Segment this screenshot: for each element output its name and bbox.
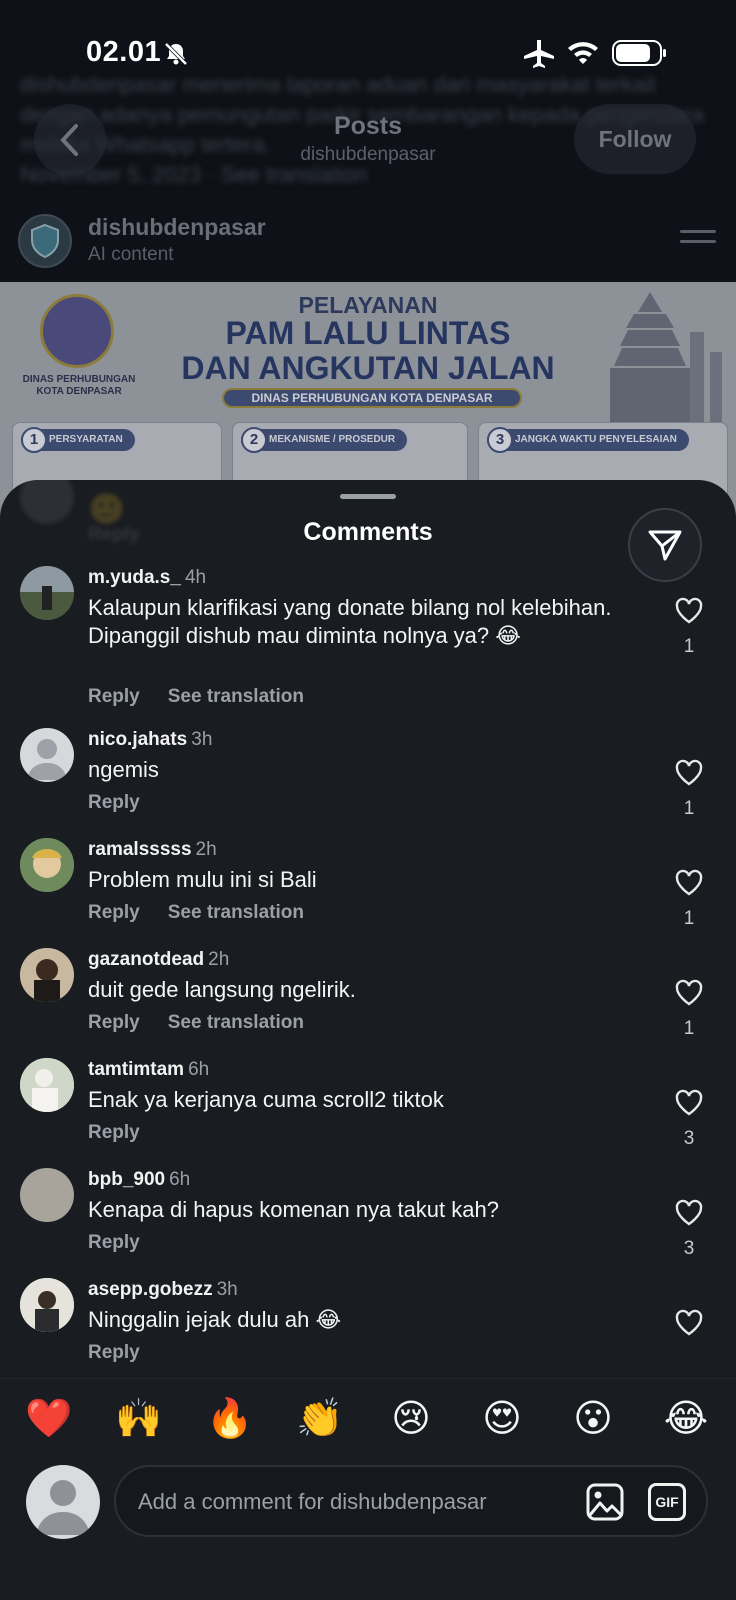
avatar[interactable] xyxy=(20,1168,74,1222)
comment-item: tamtimtam 6h Enak ya kerjanya cuma scroll… xyxy=(0,1058,736,1158)
my-avatar xyxy=(26,1465,100,1539)
status-time: 02.01 xyxy=(86,36,162,68)
comment-time: 4h xyxy=(184,567,207,588)
like-count: 1 xyxy=(683,908,695,929)
heart-icon[interactable] xyxy=(674,758,704,788)
gif-button[interactable]: GIF xyxy=(648,1483,686,1521)
comment-username[interactable]: nico.jahats xyxy=(88,729,187,750)
comment-username[interactable]: bpb_900 xyxy=(88,1169,165,1190)
comment-text: Enak ya kerjanya cuma scroll2 tiktok xyxy=(88,1087,444,1112)
avatar[interactable] xyxy=(20,948,74,1002)
banner-pill: DINAS PERHUBUNGAN KOTA DENPASAR xyxy=(222,388,522,408)
author-name[interactable]: dishubdenpasar xyxy=(88,214,266,241)
post-header: Posts dishubdenpasar Follow xyxy=(0,100,736,180)
like-count: 1 xyxy=(683,798,695,819)
heart-icon[interactable] xyxy=(674,1198,704,1228)
comment-time: 2h xyxy=(208,949,230,970)
comment-composer: ❤️ 🙌 🔥 👏 😢 😍 😮 😂 Add a comment for dishu… xyxy=(0,1378,736,1600)
reply-button[interactable]: Reply xyxy=(88,1122,140,1143)
reply-button[interactable]: Reply xyxy=(88,1232,140,1253)
reply-button[interactable]: Reply xyxy=(88,686,140,707)
comment-item: bpb_900 6h Kenapa di hapus komenan nya ta… xyxy=(0,1168,736,1268)
avatar[interactable] xyxy=(20,1058,74,1112)
comment-input-placeholder: Add a comment for dishubdenpasar xyxy=(138,1489,487,1514)
shield-logo-icon xyxy=(31,223,59,259)
like-count: 3 xyxy=(683,1128,695,1149)
status-bar: 02.01 xyxy=(0,0,736,100)
post-author-row: dishubdenpasar AI content xyxy=(0,208,736,274)
comment-text: Kalaupun klarifikasi yang donate bilang … xyxy=(88,595,612,648)
quick-reaction-row: ❤️ 🙌 🔥 👏 😢 😍 😮 😂 xyxy=(0,1391,736,1447)
temple-illustration xyxy=(610,292,722,422)
menu-icon[interactable] xyxy=(680,230,716,250)
reply-button[interactable]: Reply xyxy=(88,792,140,813)
avatar[interactable] xyxy=(20,838,74,892)
comment-item: m.yuda.s_ 4h Kalaupun klarifikasi yang do… xyxy=(0,566,736,716)
comment-input[interactable]: Add a comment for dishubdenpasar GIF xyxy=(114,1465,708,1537)
sheet-title: Comments xyxy=(303,518,433,546)
comment-username[interactable]: gazanotdead xyxy=(88,949,204,970)
heart-icon[interactable] xyxy=(674,596,704,626)
reply-button[interactable]: Reply xyxy=(88,1342,140,1363)
comment-item: nico.jahats 3h ngemis Reply 1 xyxy=(0,728,736,828)
comment-item: asepp.gobezz 3h Ninggalin jejak dulu ah 😂… xyxy=(0,1278,736,1378)
comment-time: 6h xyxy=(169,1169,191,1190)
emoji-clap-button[interactable]: 👏 xyxy=(292,1391,348,1447)
heart-icon[interactable] xyxy=(674,1088,704,1118)
see-translation-button[interactable]: See translation xyxy=(168,902,304,923)
image-icon[interactable] xyxy=(586,1483,624,1521)
heart-icon[interactable] xyxy=(674,1308,704,1338)
emoji-laughing-button[interactable]: 😂 xyxy=(658,1391,714,1447)
comment-text: Kenapa di hapus komenan nya takut kah? xyxy=(88,1197,499,1222)
comment-username[interactable]: m.yuda.s_ xyxy=(88,567,181,588)
bell-muted-icon xyxy=(164,42,188,66)
comment-username[interactable]: tamtimtam xyxy=(88,1059,184,1080)
comment-username[interactable]: asepp.gobezz xyxy=(88,1279,213,1300)
reply-button[interactable]: Reply xyxy=(88,1012,140,1033)
comment-text: ngemis xyxy=(88,757,159,782)
comment-item: ramalsssss 2h Problem mulu ini si Bali Re… xyxy=(0,838,736,938)
battery-icon xyxy=(612,40,666,66)
comment-text: Problem mulu ini si Bali xyxy=(88,867,317,892)
comment-item: gazanotdead 2h duit gede langsung ngeliri… xyxy=(0,948,736,1048)
comment-time: 3h xyxy=(191,729,213,750)
wifi-icon xyxy=(568,42,598,64)
reply-button[interactable]: Reply xyxy=(88,902,140,923)
author-avatar[interactable] xyxy=(18,214,72,268)
emoji-heart-eyes-button[interactable]: 😍 xyxy=(474,1391,530,1447)
see-translation-button[interactable]: See translation xyxy=(168,1012,304,1033)
see-translation-button[interactable]: See translation xyxy=(168,686,304,707)
airplane-icon xyxy=(524,40,554,68)
follow-button[interactable]: Follow xyxy=(574,104,696,174)
emoji-heart-button[interactable]: ❤️ xyxy=(21,1391,77,1447)
emoji-surprised-button[interactable]: 😮 xyxy=(565,1391,621,1447)
comment-time: 6h xyxy=(188,1059,210,1080)
avatar[interactable] xyxy=(20,1278,74,1332)
heart-icon[interactable] xyxy=(674,868,704,898)
avatar[interactable] xyxy=(20,566,74,620)
emoji-fire-button[interactable]: 🔥 xyxy=(202,1391,258,1447)
emoji-raised-hands-button[interactable]: 🙌 xyxy=(111,1391,167,1447)
send-icon xyxy=(648,530,682,561)
comment-text: Ninggalin jejak dulu ah 😂 xyxy=(88,1307,342,1332)
like-count: 1 xyxy=(683,636,695,657)
comment-time: 2h xyxy=(195,839,217,860)
heart-icon[interactable] xyxy=(674,978,704,1008)
comment-username[interactable]: ramalsssss xyxy=(88,839,192,860)
comment-text: duit gede langsung ngelirik. xyxy=(88,977,356,1002)
comment-time: 3h xyxy=(216,1279,238,1300)
like-count: 1 xyxy=(683,1018,695,1039)
sheet-drag-handle[interactable] xyxy=(340,494,396,499)
ai-content-label: AI content xyxy=(88,244,174,265)
emoji-crying-button[interactable]: 😢 xyxy=(383,1391,439,1447)
avatar[interactable] xyxy=(20,728,74,782)
like-count: 3 xyxy=(683,1238,695,1259)
